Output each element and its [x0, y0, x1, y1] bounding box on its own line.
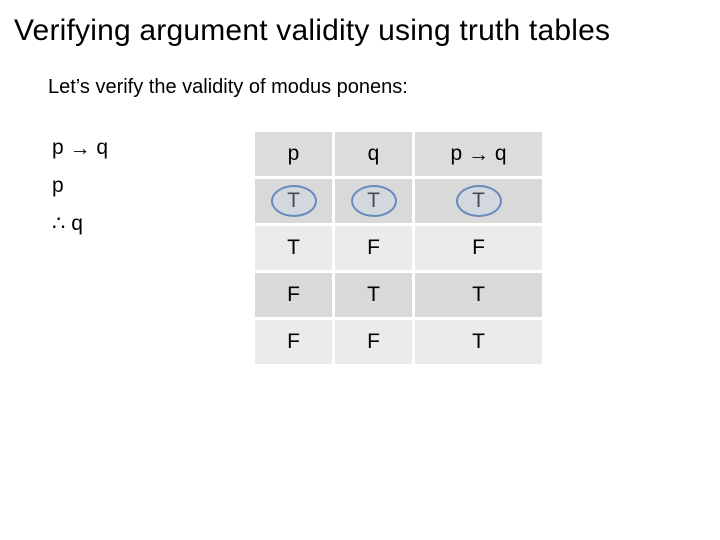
cell-pq: T	[414, 319, 544, 366]
premise-1-q: q	[96, 136, 108, 159]
cell-pq: F	[414, 225, 544, 272]
col-header-p-implies-q: p → q	[414, 131, 544, 178]
cell-q: T	[334, 272, 414, 319]
cell-value: T	[472, 189, 485, 212]
intro-text: Let’s verify the validity of modus ponen…	[48, 76, 708, 99]
col-header-pq-q: q	[495, 142, 507, 165]
cell-p: F	[254, 272, 334, 319]
content-row: p → q p ∴ q p q p → q	[52, 129, 708, 367]
conclusion: ∴ q	[52, 205, 142, 243]
therefore-icon: ∴	[52, 212, 65, 235]
premise-1-p: p	[52, 136, 64, 159]
truth-table: p q p → q T T	[252, 129, 545, 367]
table-row: T T T	[254, 178, 544, 225]
cell-q: T	[334, 178, 414, 225]
cell-q: F	[334, 225, 414, 272]
cell-p: T	[254, 225, 334, 272]
cell-pq: T	[414, 178, 544, 225]
cell-value: T	[367, 189, 380, 212]
arrow-icon: →	[70, 137, 91, 160]
cell-value: T	[287, 189, 300, 212]
cell-q: F	[334, 319, 414, 366]
table-row: F F T	[254, 319, 544, 366]
cell-p: F	[254, 319, 334, 366]
page-title: Verifying argument validity using truth …	[12, 14, 708, 48]
conclusion-q: q	[71, 212, 83, 235]
cell-p: T	[254, 178, 334, 225]
col-header-q: q	[334, 131, 414, 178]
table-header-row: p q p → q	[254, 131, 544, 178]
arrow-icon: →	[468, 143, 489, 166]
slide: Verifying argument validity using truth …	[0, 0, 720, 540]
premise-2: p	[52, 167, 142, 205]
table-row: F T T	[254, 272, 544, 319]
premise-1: p → q	[52, 129, 142, 167]
argument-block: p → q p ∴ q	[52, 129, 142, 242]
cell-pq: T	[414, 272, 544, 319]
col-header-pq-p: p	[450, 142, 462, 165]
col-header-p: p	[254, 131, 334, 178]
table-row: T F F	[254, 225, 544, 272]
